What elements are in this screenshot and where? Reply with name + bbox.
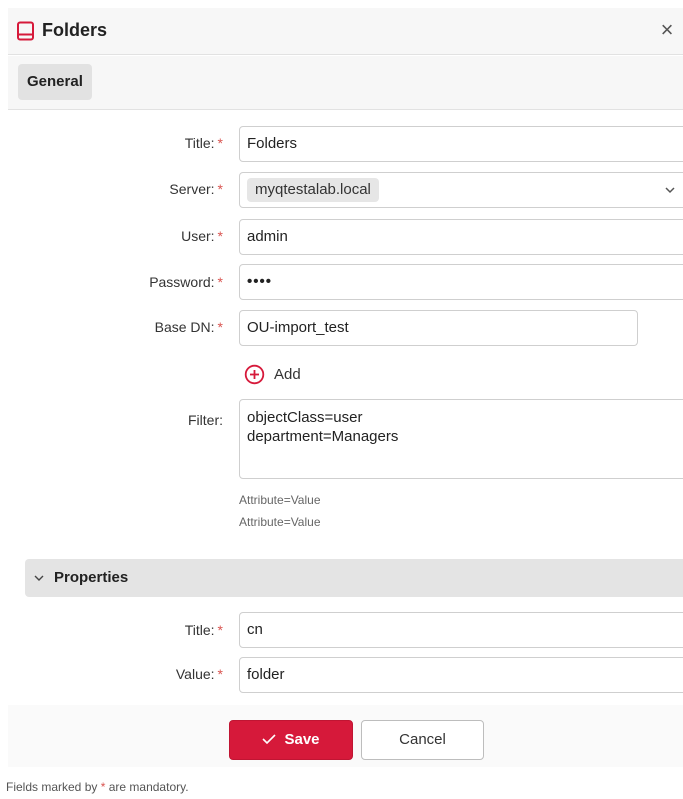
properties-section-toggle[interactable]: Properties xyxy=(25,559,683,597)
password-field-label: Password: * xyxy=(149,274,223,290)
add-label: Add xyxy=(274,366,301,383)
filter-field-label: Filter: xyxy=(188,412,223,428)
mandatory-note-star: * xyxy=(100,780,106,794)
user-label-text: User: xyxy=(181,228,215,244)
required-marker: * xyxy=(217,622,223,638)
save-button-label: Save xyxy=(284,731,320,748)
folders-dialog: Folders × General Title: * Folders Server… xyxy=(0,0,683,799)
base-dn-field-label: Base DN: * xyxy=(155,319,223,335)
base-dn-input[interactable]: OU-import_test xyxy=(239,310,638,346)
check-icon xyxy=(262,734,277,744)
title-label-text: Title: xyxy=(184,135,215,151)
title-input[interactable]: Folders xyxy=(239,126,683,162)
mandatory-note-prefix: Fields marked by xyxy=(6,780,98,794)
property-value-field-label: Value: * xyxy=(176,666,223,682)
required-marker: * xyxy=(217,228,223,244)
filter-textarea[interactable]: objectClass=user department=Managers xyxy=(239,399,683,479)
server-label-text: Server: xyxy=(169,181,215,197)
property-title-label-text: Title: xyxy=(184,622,215,638)
mandatory-note-suffix: are mandatory. xyxy=(108,780,189,794)
dialog-header: Folders × xyxy=(8,8,683,55)
chevron-down-icon xyxy=(34,575,44,581)
password-label-text: Password: xyxy=(149,274,215,290)
save-button[interactable]: Save xyxy=(229,720,353,760)
filter-line: objectClass=user xyxy=(247,409,363,426)
server-selected-chip: myqtestalab.local xyxy=(247,178,379,202)
property-value-input[interactable]: folder xyxy=(239,657,683,693)
chevron-down-icon[interactable] xyxy=(664,184,676,196)
server-select[interactable]: myqtestalab.local xyxy=(239,172,683,208)
required-marker: * xyxy=(217,319,223,335)
password-input[interactable]: •••• xyxy=(239,264,683,300)
title-field-label: Title: * xyxy=(185,135,223,151)
server-field-label: Server: * xyxy=(169,181,223,197)
mandatory-note: Fields marked by * are mandatory. xyxy=(6,780,189,794)
required-marker: * xyxy=(217,181,223,197)
filter-label-text: Filter: xyxy=(188,412,223,428)
plus-circle-icon xyxy=(244,364,265,385)
tab-general[interactable]: General xyxy=(18,64,92,100)
user-input[interactable]: admin xyxy=(239,219,683,255)
dialog-title: Folders xyxy=(42,20,108,40)
close-icon[interactable]: × xyxy=(655,17,679,43)
property-title-field-label: Title: * xyxy=(185,622,223,638)
filter-hint: Attribute=Value xyxy=(239,493,321,507)
properties-section-title: Properties xyxy=(54,569,129,586)
filter-line: department=Managers xyxy=(247,428,399,445)
cancel-button[interactable]: Cancel xyxy=(361,720,484,760)
required-marker: * xyxy=(217,135,223,151)
required-marker: * xyxy=(217,274,223,290)
required-marker: * xyxy=(217,666,223,682)
tab-bar: General xyxy=(8,56,683,110)
property-title-input[interactable]: cn xyxy=(239,612,683,648)
base-dn-label-text: Base DN: xyxy=(154,319,215,335)
user-field-label: User: * xyxy=(181,228,223,244)
password-masked-value: •••• xyxy=(247,273,273,290)
property-value-label-text: Value: xyxy=(175,666,215,682)
book-icon xyxy=(17,21,34,41)
filter-hint: Attribute=Value xyxy=(239,515,321,529)
